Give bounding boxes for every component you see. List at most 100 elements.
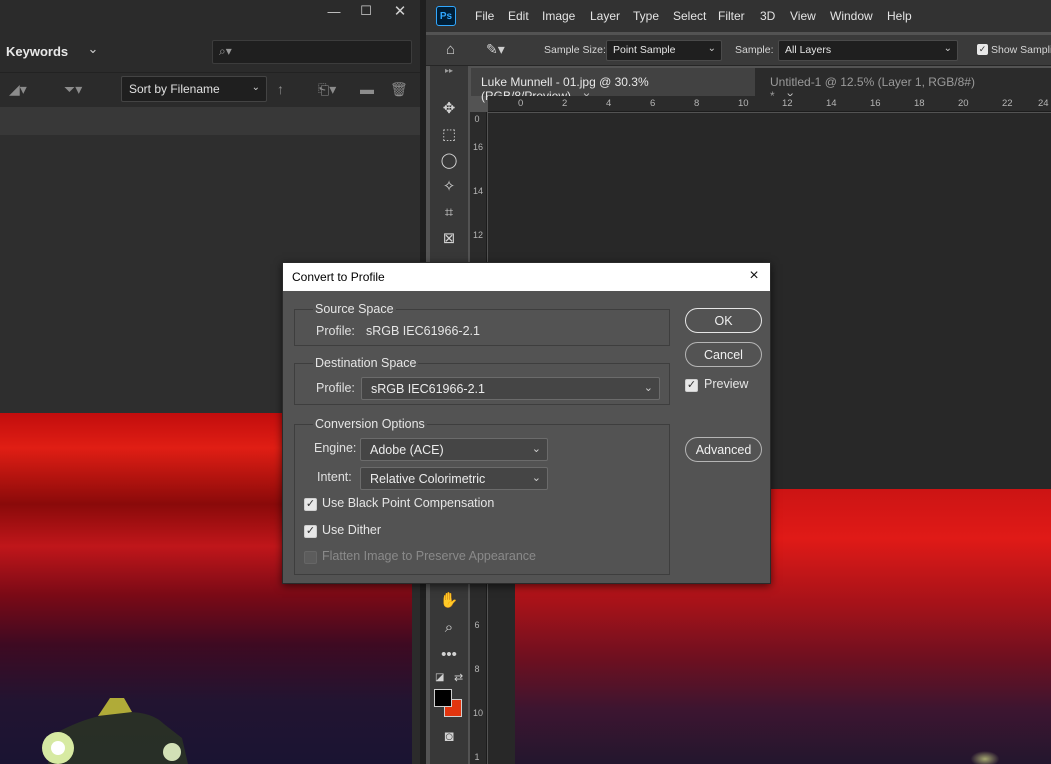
menu-layer[interactable]: Layer: [590, 9, 620, 23]
menu-edit[interactable]: Edit: [508, 9, 529, 23]
source-space-title: Source Space: [313, 302, 396, 316]
chevron-down-icon[interactable]: ⌄: [84, 41, 102, 61]
zoom-tool-icon[interactable]: ⌕: [435, 615, 463, 639]
minimize-icon[interactable]: —: [318, 0, 350, 22]
menu-select[interactable]: Select: [673, 9, 706, 23]
menu-view[interactable]: View: [790, 9, 816, 23]
ruler-label: 12: [473, 230, 484, 240]
close-icon[interactable]: ×: [744, 265, 764, 287]
ok-button[interactable]: OK: [685, 308, 762, 333]
hand-tool-icon[interactable]: ✋: [435, 588, 463, 612]
menu-3d[interactable]: 3D: [760, 9, 775, 23]
advanced-button[interactable]: Advanced: [685, 437, 762, 462]
engine-value: Adobe (ACE): [370, 443, 444, 457]
panel-collapse-icon[interactable]: ▸▸: [430, 66, 468, 78]
sort-select[interactable]: Sort by Filename ⌄: [121, 76, 267, 102]
options-bar: ⌂ ✎▾ Sample Size: Point Sample ⌄ Sample:…: [426, 35, 1051, 66]
ruler-label: 12: [782, 98, 793, 109]
black-point-checkbox[interactable]: ✓: [304, 498, 317, 511]
menu-file[interactable]: File: [475, 9, 494, 23]
chevron-down-icon: ⌄: [531, 472, 541, 484]
ruler-label: 6: [474, 620, 480, 630]
convert-to-profile-dialog: Convert to Profile × Source Space Profil…: [282, 262, 771, 584]
menu-type[interactable]: Type: [633, 9, 659, 23]
ruler-label: 10: [738, 98, 749, 109]
more-tools-icon[interactable]: •••: [435, 642, 463, 666]
intent-value: Relative Colorimetric: [370, 472, 486, 486]
ruler-label: 0: [474, 114, 480, 124]
quick-mask-icon[interactable]: ◙: [435, 724, 463, 748]
keywords-bar: Keywords ⌄ ⌕▾: [0, 38, 420, 66]
eyedropper-icon[interactable]: ✎▾: [486, 41, 505, 58]
dialog-title: Convert to Profile: [292, 270, 385, 284]
ruler-label: 16: [473, 142, 484, 152]
ruler-label: 8: [694, 98, 700, 109]
intent-label: Intent:: [317, 470, 352, 484]
source-profile-label: Profile:: [316, 324, 355, 338]
sample-select[interactable]: All Layers ⌄: [778, 40, 958, 61]
conversion-options-title: Conversion Options: [313, 417, 427, 431]
ruler-label: 4: [606, 98, 612, 109]
tab-untitled-1[interactable]: Untitled-1 @ 12.5% (Layer 1, RGB/8#) *×: [760, 68, 1000, 103]
menu-image[interactable]: Image: [542, 9, 575, 23]
sample-size-label: Sample Size:: [544, 44, 606, 56]
cancel-button[interactable]: Cancel: [685, 342, 762, 367]
photoshop-logo: Ps: [436, 6, 456, 26]
sort-ascending-icon[interactable]: ↑: [277, 81, 284, 97]
engine-select[interactable]: Adobe (ACE) ⌄: [360, 438, 548, 461]
trash-icon[interactable]: 🗑: [390, 81, 408, 98]
preview-checkbox[interactable]: ✓: [685, 379, 698, 392]
rating-filter-icon[interactable]: ◢▾: [9, 81, 27, 98]
sample-size-select[interactable]: Point Sample ⌄: [606, 40, 722, 61]
horizontal-ruler: 0 2 4 6 8 10 12 14 16 18 20 22 24: [488, 96, 1051, 112]
ruler-label: 14: [473, 186, 484, 196]
destination-profile-select[interactable]: sRGB IEC61966-2.1 ⌄: [361, 377, 660, 400]
chevron-down-icon: ⌄: [643, 382, 653, 394]
intent-select[interactable]: Relative Colorimetric ⌄: [360, 467, 548, 490]
keywords-search-input[interactable]: ⌕▾: [212, 40, 412, 64]
close-icon[interactable]: ✕: [384, 0, 416, 22]
open-recent-folder-icon[interactable]: ⎗▾: [318, 81, 336, 98]
dialog-titlebar[interactable]: Convert to Profile ×: [283, 263, 770, 291]
marquee-tool-icon[interactable]: ⬚: [435, 122, 463, 146]
ruler-label: 6: [650, 98, 656, 109]
crop-tool-icon[interactable]: ⌗: [435, 200, 463, 224]
dither-label: Use Dither: [322, 523, 382, 537]
ruler-label: 0: [518, 98, 524, 109]
ruler-label: 8: [474, 664, 480, 674]
chevron-down-icon: ⌄: [943, 43, 952, 54]
destination-space-title: Destination Space: [313, 356, 419, 370]
path-bar: [0, 107, 420, 135]
ruler-label: 16: [870, 98, 881, 109]
new-folder-icon[interactable]: ▬: [360, 81, 374, 97]
default-colors-icon[interactable]: ◪: [435, 672, 444, 683]
ruler-label: 10: [473, 708, 484, 718]
home-icon[interactable]: ⌂: [446, 41, 455, 58]
flatten-checkbox[interactable]: [304, 551, 317, 564]
dither-checkbox[interactable]: ✓: [304, 525, 317, 538]
show-sampling-checkbox[interactable]: ✓: [977, 44, 988, 55]
ruler-label: 22: [1002, 98, 1013, 109]
filter-icon[interactable]: ⏷▾: [64, 81, 82, 98]
magic-wand-tool-icon[interactable]: ✧: [435, 174, 463, 198]
sample-label: Sample:: [735, 44, 774, 56]
maximize-icon[interactable]: ☐: [350, 0, 382, 22]
destination-profile-label: Profile:: [316, 381, 355, 395]
sample-size-value: Point Sample: [613, 44, 676, 56]
tab-luke-munnell[interactable]: Luke Munnell - 01.jpg @ 30.3% (RGB/8/Pre…: [471, 68, 755, 103]
keywords-title: Keywords: [6, 44, 69, 59]
menu-window[interactable]: Window: [830, 9, 873, 23]
race-car-image: [42, 698, 188, 764]
engine-label: Engine:: [314, 441, 357, 455]
chevron-down-icon: ⌄: [531, 443, 541, 455]
foreground-color-swatch[interactable]: [434, 689, 452, 707]
swap-colors-icon[interactable]: ⇄: [454, 671, 463, 684]
menu-filter[interactable]: Filter: [718, 9, 745, 23]
menu-help[interactable]: Help: [887, 9, 912, 23]
sort-select-label: Sort by Filename: [129, 82, 220, 96]
frame-tool-icon[interactable]: ⊠: [435, 226, 463, 250]
source-profile-value: sRGB IEC61966-2.1: [366, 324, 480, 338]
move-tool-icon[interactable]: ✥: [435, 96, 463, 120]
menu-bar: Ps File Edit Image Layer Type Select Fil…: [426, 0, 1051, 32]
lasso-tool-icon[interactable]: ◯: [435, 148, 463, 172]
